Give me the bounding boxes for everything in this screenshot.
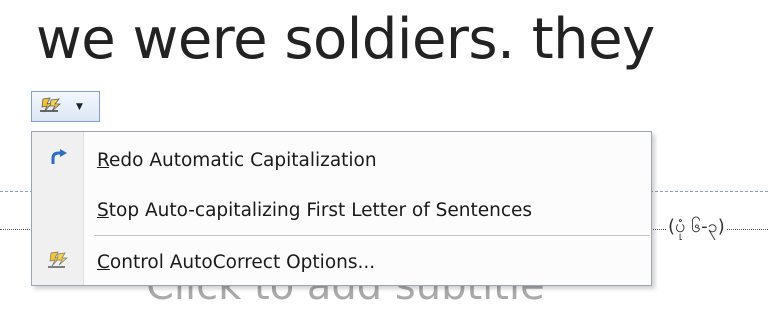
autocorrect-lightning-icon [38, 96, 68, 118]
chevron-down-icon: ▼ [76, 101, 83, 112]
menu-item-stop-auto-capitalizing[interactable]: Stop Auto-capitalizing First Letter of S… [32, 187, 651, 233]
redo-arrow-icon [48, 149, 68, 171]
menu-item-control-autocorrect-options[interactable]: Control AutoCorrect Options... [32, 239, 651, 285]
autocorrect-options-menu: Redo Automatic Capitalization Stop Auto-… [31, 131, 652, 286]
autocorrect-options-button[interactable]: ▼ [31, 91, 100, 122]
autocorrect-lightning-icon [47, 250, 69, 274]
menu-item-label: Stop Auto-capitalizing First Letter of S… [97, 199, 533, 221]
menu-separator [94, 235, 650, 237]
slide-text-line: we were soldiers. they [36, 7, 655, 72]
menu-item-label: Control AutoCorrect Options... [97, 251, 376, 273]
menu-item-redo-automatic-capitalization[interactable]: Redo Automatic Capitalization [32, 137, 651, 183]
side-caption-text: (ပုံ ၆-၃) [666, 214, 727, 241]
menu-item-label: Redo Automatic Capitalization [97, 149, 377, 171]
